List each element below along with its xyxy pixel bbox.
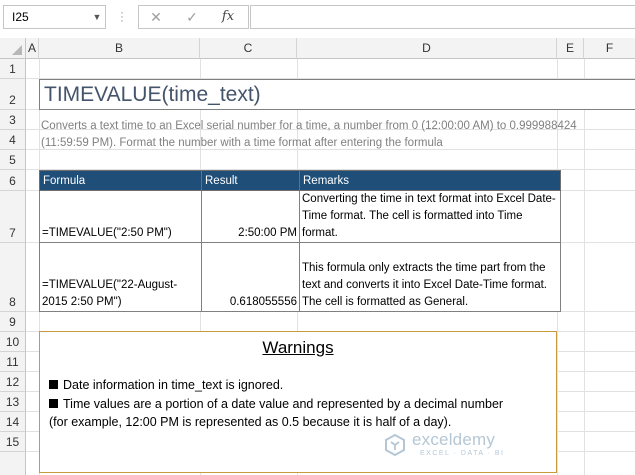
row-header-13[interactable]: 13 [0,392,26,412]
row-header-6[interactable]: 6 [0,170,26,191]
column-header-d[interactable]: D [297,38,557,59]
column-header-b[interactable]: B [39,38,200,59]
row-header-3[interactable]: 3 [0,110,26,130]
header-formula[interactable]: Formula [39,170,202,191]
description-line-2: (11:59:59 PM). Format the number with a … [41,137,443,149]
bullet-icon [49,380,58,389]
row-header-11[interactable]: 11 [0,352,26,372]
row-header-5[interactable]: 5 [0,150,26,170]
column-header-a[interactable]: A [26,38,39,59]
result-cell[interactable]: 2:50:00 PM [201,190,300,243]
warning-text: Date information in time_text is ignored… [63,378,284,392]
row-header-7[interactable]: 7 [0,191,26,243]
column-header-e[interactable]: E [557,38,584,59]
exceldemy-logo-icon [385,434,405,456]
logo-name: exceldemy [412,430,496,449]
select-all-button[interactable] [0,38,26,59]
description[interactable]: Converts a text time to an Excel serial … [41,118,635,152]
row-header-14[interactable]: 14 [0,412,26,432]
warning-text: Time values are a portion of a date valu… [63,397,504,411]
cancel-icon[interactable]: ✕ [142,5,170,29]
warnings-title: Warnings [262,338,334,357]
name-box-dropdown-icon[interactable]: ▼ [90,5,104,29]
logo-tagline: EXCEL · DATA · BI [420,450,505,457]
description-line-1: Converts a text time to an Excel serial … [41,120,577,132]
row-header-12[interactable]: 12 [0,372,26,392]
header-remarks[interactable]: Remarks [299,170,561,191]
examples-table: Formula Result Remarks =TIMEVALUE("2:50 … [39,170,561,312]
page-title[interactable]: TIMEVALUE(time_text) [39,79,635,110]
row-header-1[interactable]: 1 [0,59,26,79]
formula-input[interactable] [250,5,635,29]
exceldemy-logo: exceldemy EXCEL · DATA · BI [380,428,550,464]
row-header-16[interactable] [0,452,26,475]
result-cell[interactable]: 0.618055556 [201,242,300,312]
row-header-9[interactable]: 9 [0,312,26,332]
column-header-c[interactable]: C [200,38,297,59]
formula-bar-grip-icon: · · · [120,5,124,27]
insert-function-icon[interactable]: fx [214,5,242,29]
formula-cell[interactable]: =TIMEVALUE("2:50 PM") [39,190,202,243]
row-header-4[interactable]: 4 [0,130,26,150]
table-row: =TIMEVALUE("2:50 PM") 2:50:00 PM Convert… [39,190,561,243]
warning-item: Date information in time_text is ignored… [49,376,554,394]
row-header-2[interactable]: 2 [0,79,26,110]
row-header-15[interactable]: 15 [0,432,26,452]
formula-cell[interactable]: =TIMEVALUE("22-August-2015 2:50 PM") [39,242,202,312]
remarks-cell[interactable]: This formula only extracts the time part… [299,242,561,312]
column-header-f[interactable]: F [584,38,635,59]
bullet-icon [49,399,58,408]
warning-item: Time values are a portion of a date valu… [49,395,554,413]
row-header-10[interactable]: 10 [0,332,26,352]
table-row: =TIMEVALUE("22-August-2015 2:50 PM") 0.6… [39,242,561,312]
header-result[interactable]: Result [201,170,300,191]
table-header-row: Formula Result Remarks [39,170,561,191]
remarks-cell[interactable]: Converting the time in text format into … [299,190,561,243]
row-header-8[interactable]: 8 [0,243,26,312]
enter-icon[interactable]: ✓ [178,5,206,29]
